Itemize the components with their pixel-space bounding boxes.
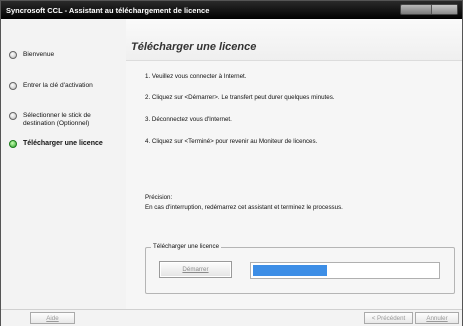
wizard-body: Bienvenue Entrer la clé d'activation Sél… bbox=[1, 19, 462, 309]
wizard-window: Syncrosoft CCL - Assistant au télécharge… bbox=[0, 0, 463, 326]
download-progress-bar bbox=[250, 262, 440, 279]
sidebar-item-activation-key: Entrer la clé d'activation bbox=[9, 82, 124, 90]
cancel-button[interactable]: Annuler bbox=[415, 312, 459, 324]
wizard-steps-sidebar: Bienvenue Entrer la clé d'activation Sél… bbox=[1, 19, 126, 309]
step-bullet-icon bbox=[9, 82, 17, 90]
sidebar-item-download-license: Télécharger une licence bbox=[9, 140, 124, 148]
step-bullet-icon bbox=[9, 112, 17, 120]
back-button-label: < Précédent bbox=[371, 314, 406, 322]
help-button[interactable]: Aide bbox=[30, 312, 75, 324]
wizard-content: Télécharger une licence 1. Veuillez vous… bbox=[126, 19, 462, 309]
back-button[interactable]: < Précédent bbox=[364, 312, 413, 324]
sidebar-item-label: Sélectionner le stick de destination (Op… bbox=[23, 112, 91, 127]
instruction-step-2: 2. Cliquez sur <Démarrer>. Le transfert … bbox=[145, 94, 335, 101]
sidebar-item-select-stick: Sélectionner le stick de destination (Op… bbox=[9, 112, 124, 128]
close-window-button[interactable] bbox=[431, 5, 457, 14]
note-heading: Précision: bbox=[145, 194, 173, 201]
step-bullet-icon bbox=[9, 51, 17, 59]
groupbox-label: Télécharger une licence bbox=[151, 243, 222, 250]
start-button[interactable]: Démarrer bbox=[159, 261, 232, 278]
download-groupbox: Télécharger une licence Démarrer bbox=[145, 243, 455, 294]
sidebar-item-label: Entrer la clé d'activation bbox=[23, 82, 93, 89]
sidebar-item-label: Bienvenue bbox=[23, 51, 55, 58]
page-title: Télécharger une licence bbox=[131, 41, 257, 53]
wizard-footer: Aide < Précédent Annuler bbox=[1, 309, 462, 326]
note-text: En cas d'interruption, redémarrez cet as… bbox=[145, 204, 343, 211]
title-bar[interactable]: Syncrosoft CCL - Assistant au télécharge… bbox=[1, 1, 462, 19]
window-controls bbox=[400, 4, 458, 15]
sidebar-item-label: Télécharger une licence bbox=[23, 140, 103, 147]
instruction-step-3: 3. Déconnectez vous d'Internet. bbox=[145, 116, 232, 123]
instruction-step-1: 1. Veuillez vous connecter à Internet. bbox=[145, 73, 247, 80]
instruction-step-4: 4. Cliquez sur <Terminé> pour revenir au… bbox=[145, 138, 318, 145]
cancel-button-label: Annuler bbox=[426, 314, 448, 322]
page-header: Télécharger une licence bbox=[126, 19, 462, 61]
sidebar-item-welcome: Bienvenue bbox=[9, 51, 124, 59]
window-title: Syncrosoft CCL - Assistant au télécharge… bbox=[6, 5, 210, 15]
active-step-bullet-icon bbox=[9, 140, 17, 148]
help-button-label: Aide bbox=[46, 314, 59, 322]
progress-fill bbox=[253, 265, 327, 276]
